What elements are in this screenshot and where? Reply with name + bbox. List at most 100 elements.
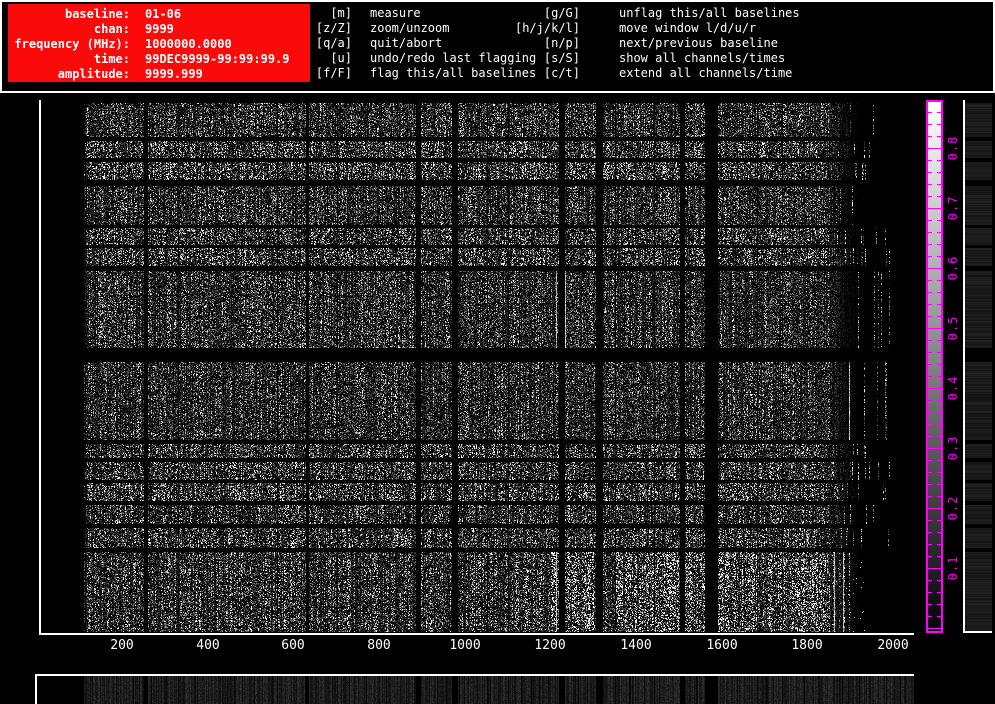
chan-label: chan: (93, 22, 130, 36)
shortcut-key: [c/t] (543, 66, 580, 80)
colorbar-label-0-3: 0.3 (946, 435, 960, 461)
colorbar-tick (937, 544, 941, 545)
x-axis-label-1000: 1000 (449, 638, 481, 653)
colorbar-tick (937, 400, 941, 401)
colorbar-tick (928, 292, 932, 293)
colorbar-tick (928, 136, 932, 137)
colorbar-tick (928, 172, 932, 173)
colorbar-tick (937, 244, 941, 245)
x-axis-label-600: 600 (281, 638, 305, 653)
shortcut-desc: quit/abort (370, 36, 443, 50)
colorbar-tick (937, 580, 941, 581)
colorbar-tick (928, 376, 932, 377)
shortcut-flag: [f/F] flag this/all baselines (312, 66, 536, 81)
shortcuts-column-1: [m] measure [z/Z] zoom/unzoom [q/a] quit… (312, 6, 536, 81)
time-label: time: (93, 52, 130, 66)
colorbar-label-0-5: 0.5 (946, 315, 960, 341)
shortcut-key: [s/S] (543, 51, 580, 65)
colorbar-tick (928, 496, 932, 497)
colorbar-tick (937, 592, 941, 593)
colorbar-tick (934, 508, 941, 509)
colorbar-tick (928, 184, 932, 185)
colorbar-tick (937, 376, 941, 377)
shortcut-quit: [q/a] quit/abort (312, 36, 536, 51)
waterfall-plot-canvas[interactable] (41, 100, 914, 633)
info-panel: baseline: 01-06 chan: 9999 frequency (MH… (8, 4, 310, 82)
colorbar-tick (937, 496, 941, 497)
time-value: 99DEC9999-99:99:99.9 (145, 52, 290, 66)
shortcut-key: [n/p] (543, 36, 580, 50)
colorbar-tick (937, 280, 941, 281)
colorbar-tick (934, 568, 941, 569)
colorbar-tick (928, 532, 932, 533)
colorbar-tick (928, 472, 932, 473)
x-axis-label-1400: 1400 (620, 638, 652, 653)
shortcut-desc: measure (370, 6, 421, 20)
colorbar-tick (934, 328, 941, 329)
colorbar-tick (928, 340, 932, 341)
colorbar-tick (937, 220, 941, 221)
shortcut-desc: show all channels/times (619, 51, 786, 65)
colorbar-tick (937, 352, 941, 353)
x-axis-label-1800: 1800 (791, 638, 823, 653)
chan-value: 9999 (145, 22, 174, 36)
time-column-bottom-line (963, 631, 992, 633)
colorbar-tick (928, 520, 932, 521)
colorbar-tick (937, 472, 941, 473)
colorbar-tick (937, 256, 941, 257)
colorbar-tick (928, 604, 932, 605)
baseline-label: baseline: (64, 7, 130, 21)
time-column-axis-line (963, 100, 965, 633)
colorbar-tick (928, 556, 932, 557)
colorbar-tick (928, 592, 932, 593)
colorbar-tick (937, 364, 941, 365)
colorbar-tick (934, 208, 941, 209)
shortcut-zoom: [z/Z] zoom/unzoom (312, 21, 536, 36)
frequency-label: frequency (MHz): (14, 37, 130, 51)
shortcut-key: [q/a] (315, 36, 352, 50)
colorbar-tick (928, 232, 932, 233)
shortcut-key: [f/F] (315, 66, 352, 80)
colorbar-tick (928, 616, 932, 617)
colorbar-tick (937, 136, 941, 137)
info-row-baseline: baseline: 01-06 (8, 7, 310, 22)
shortcut-desc: extend all channels/time (619, 66, 793, 80)
colorbar-tick (937, 124, 941, 125)
colorbar-tick (928, 220, 932, 221)
x-axis-label-200: 200 (110, 638, 134, 653)
x-axis-label-1200: 1200 (534, 638, 566, 653)
info-row-chan: chan: 9999 (8, 22, 310, 37)
colorbar-tick (937, 160, 941, 161)
colorbar-label-0-1: 0.1 (946, 555, 960, 581)
info-row-frequency: frequency (MHz): 1000000.0000 (8, 37, 310, 52)
colorbar-label-0-7: 0.7 (946, 195, 960, 221)
colorbar-tick (937, 436, 941, 437)
baseline-value: 01-06 (145, 7, 182, 21)
colorbar-tick (934, 628, 941, 629)
amplitude-label: amplitude: (57, 67, 130, 81)
frequency-value: 1000000.0000 (145, 37, 232, 51)
shortcut-key: [h/j/k/l] (514, 21, 580, 35)
amplitude-value: 9999.999 (145, 67, 203, 81)
colorbar-tick (937, 172, 941, 173)
colorbar-tick (928, 316, 932, 317)
x-axis-label-2000: 2000 (877, 638, 909, 653)
shortcut-key: [u] (330, 51, 352, 65)
colorbar-tick (928, 580, 932, 581)
x-axis-line (39, 633, 914, 635)
colorbar-tick (928, 244, 932, 245)
colorbar-tick (937, 460, 941, 461)
spectrum-strip-canvas (37, 676, 914, 704)
colorbar-tick (937, 556, 941, 557)
colorbar-label-0-8: 0.8 (946, 135, 960, 161)
colorbar-tick (937, 304, 941, 305)
colorbar-tick (937, 484, 941, 485)
shortcut-desc: zoom/unzoom (370, 21, 450, 35)
colorbar-tick (934, 448, 941, 449)
colorbar-tick (928, 196, 932, 197)
shortcut-key: [m] (330, 6, 352, 20)
colorbar-label-0-6: 0.6 (946, 255, 960, 281)
info-row-time: time: 99DEC9999-99:99:99.9 (8, 52, 310, 67)
colorbar-tick (928, 112, 932, 113)
shortcut-key: [g/G] (543, 6, 580, 20)
